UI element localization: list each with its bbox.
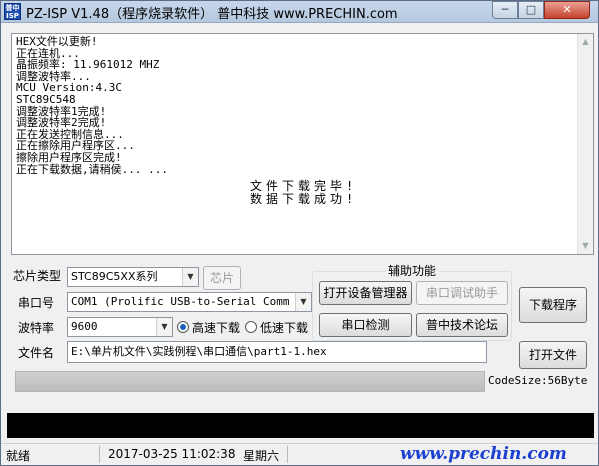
log-output[interactable]: HEX文件以更新! 正在连机... 晶振频率: 11.961012 MHZ 调整波特率… bbox=[11, 33, 594, 255]
chevron-down-icon[interactable]: ▼ bbox=[156, 318, 172, 336]
close-button[interactable]: ✕ bbox=[544, 1, 590, 19]
code-size-label: CodeSize:56Byte bbox=[488, 374, 588, 387]
filename-label: 文件名 bbox=[18, 346, 55, 360]
filename-field[interactable]: E:\单片机文件\实践例程\串口通信\part1-1.hex bbox=[67, 341, 487, 363]
status-state: 就绪 bbox=[6, 449, 31, 463]
log-line: 正在下载数据,请稍侯... ... bbox=[16, 162, 168, 176]
radio-high-speed[interactable] bbox=[177, 321, 189, 333]
port-select[interactable]: COM1 (Prolific USB-to-Serial Comm Por ▼ bbox=[67, 292, 312, 312]
radio-selected-dot bbox=[180, 324, 186, 330]
status-weekday: 星期六 bbox=[243, 449, 280, 463]
main-window: 普中ISP PZ-ISP V1.48（程序烧录软件） 普中科技 www.PREC… bbox=[0, 0, 599, 466]
chevron-down-icon[interactable]: ▼ bbox=[182, 268, 198, 286]
status-separator bbox=[99, 446, 100, 463]
result-line-2: 数据下载成功! bbox=[250, 192, 358, 206]
minimize-button[interactable]: ─ bbox=[492, 1, 518, 19]
log-line: 调整波特率2完成! bbox=[16, 116, 107, 130]
log-line: 擦除用户程序区完成! bbox=[16, 150, 122, 164]
device-manager-button[interactable]: 打开设备管理器 bbox=[319, 281, 412, 305]
title-bar[interactable]: 普中ISP PZ-ISP V1.48（程序烧录软件） 普中科技 www.PREC… bbox=[1, 1, 598, 23]
chip-button[interactable]: 芯片 bbox=[203, 266, 241, 290]
message-strip bbox=[7, 413, 594, 438]
radio-low-speed-label[interactable]: 低速下载 bbox=[260, 319, 308, 336]
download-progress-bar bbox=[15, 371, 485, 392]
baud-value: 9600 bbox=[71, 320, 98, 333]
open-file-button[interactable]: 打开文件 bbox=[519, 341, 587, 369]
chip-type-label: 芯片类型 bbox=[13, 269, 62, 283]
serial-assistant-button[interactable]: 串口调试助手 bbox=[416, 281, 508, 305]
log-scrollbar[interactable]: ▲ ▼ bbox=[577, 34, 593, 254]
port-detect-button[interactable]: 串口检测 bbox=[319, 313, 412, 337]
progress-fill bbox=[16, 372, 484, 391]
status-datetime: 2017-03-25 11:02:38 bbox=[108, 447, 236, 461]
window-title: PZ-ISP V1.48（程序烧录软件） 普中科技 www.PRECHIN.co… bbox=[26, 7, 398, 22]
status-bar: 就绪 2017-03-25 11:02:38 星期六 www.prechin.c… bbox=[1, 443, 598, 465]
baud-label: 波特率 bbox=[18, 321, 55, 335]
app-logo-icon: 普中ISP bbox=[4, 3, 21, 20]
radio-high-speed-label[interactable]: 高速下载 bbox=[192, 319, 240, 336]
chip-type-value: STC89C5XX系列 bbox=[71, 270, 158, 283]
chip-type-select[interactable]: STC89C5XX系列 ▼ bbox=[67, 267, 199, 287]
port-value: COM1 (Prolific USB-to-Serial Comm Por bbox=[71, 295, 312, 308]
port-label: 串口号 bbox=[18, 296, 55, 310]
download-result: 文件下载完毕! 数据下载成功! bbox=[250, 180, 357, 206]
scroll-down-arrow-icon[interactable]: ▼ bbox=[578, 238, 593, 254]
baud-select[interactable]: 9600 ▼ bbox=[67, 317, 173, 337]
maximize-button[interactable]: □ bbox=[518, 1, 544, 19]
chevron-down-icon[interactable]: ▼ bbox=[295, 293, 311, 311]
forum-button[interactable]: 普中技术论坛 bbox=[416, 313, 508, 337]
status-separator bbox=[287, 446, 288, 463]
log-line: HEX文件以更新! bbox=[16, 35, 98, 48]
radio-low-speed[interactable] bbox=[245, 321, 257, 333]
aux-functions-title: 辅助功能 bbox=[386, 262, 439, 279]
log-line: STC89C548 bbox=[16, 92, 76, 106]
download-program-button[interactable]: 下载程序 bbox=[519, 287, 587, 323]
brand-url: www.prechin.com bbox=[400, 444, 567, 464]
log-lines: HEX文件以更新! 正在连机... 晶振频率: 11.961012 MHZ 调整波特率… bbox=[16, 36, 168, 175]
scroll-up-arrow-icon[interactable]: ▲ bbox=[578, 34, 593, 50]
